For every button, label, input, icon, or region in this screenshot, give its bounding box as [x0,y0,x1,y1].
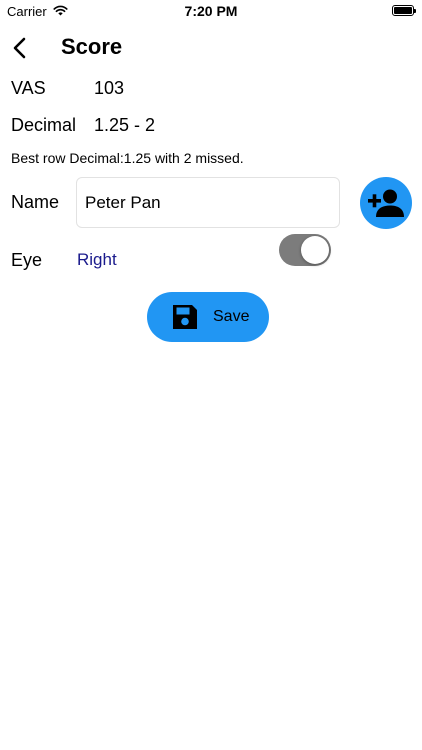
eye-value: Right [77,250,117,269]
vas-value: 103 [94,78,125,98]
save-button[interactable]: Save [147,292,269,342]
status-time: 7:20 PM [184,3,238,19]
page-title: Score [61,34,123,59]
status-bar: Carrier 7:20 PM [0,0,422,22]
name-label: Name [11,192,60,212]
floppy-disk-icon [173,305,197,329]
navigation-bar: Score [0,28,422,68]
eye-toggle[interactable] [279,234,331,266]
chevron-left-icon [13,37,26,59]
best-row-text: Best row Decimal:1.25 with 2 missed. [11,150,244,166]
battery-fill [394,7,412,14]
person-add-icon [368,189,404,217]
battery-icon [392,5,416,16]
add-person-button[interactable] [360,177,412,229]
back-button[interactable] [8,34,34,62]
toggle-knob [301,236,329,264]
name-input[interactable] [76,177,340,228]
save-label: Save [213,308,250,325]
decimal-label: Decimal [11,115,77,135]
decimal-value: 1.25 - 2 [94,115,156,135]
vas-label: VAS [11,78,46,98]
eye-label: Eye [11,250,43,270]
score-screen: Carrier 7:20 PM Score VAS 103 Decimal 1.… [0,0,422,750]
